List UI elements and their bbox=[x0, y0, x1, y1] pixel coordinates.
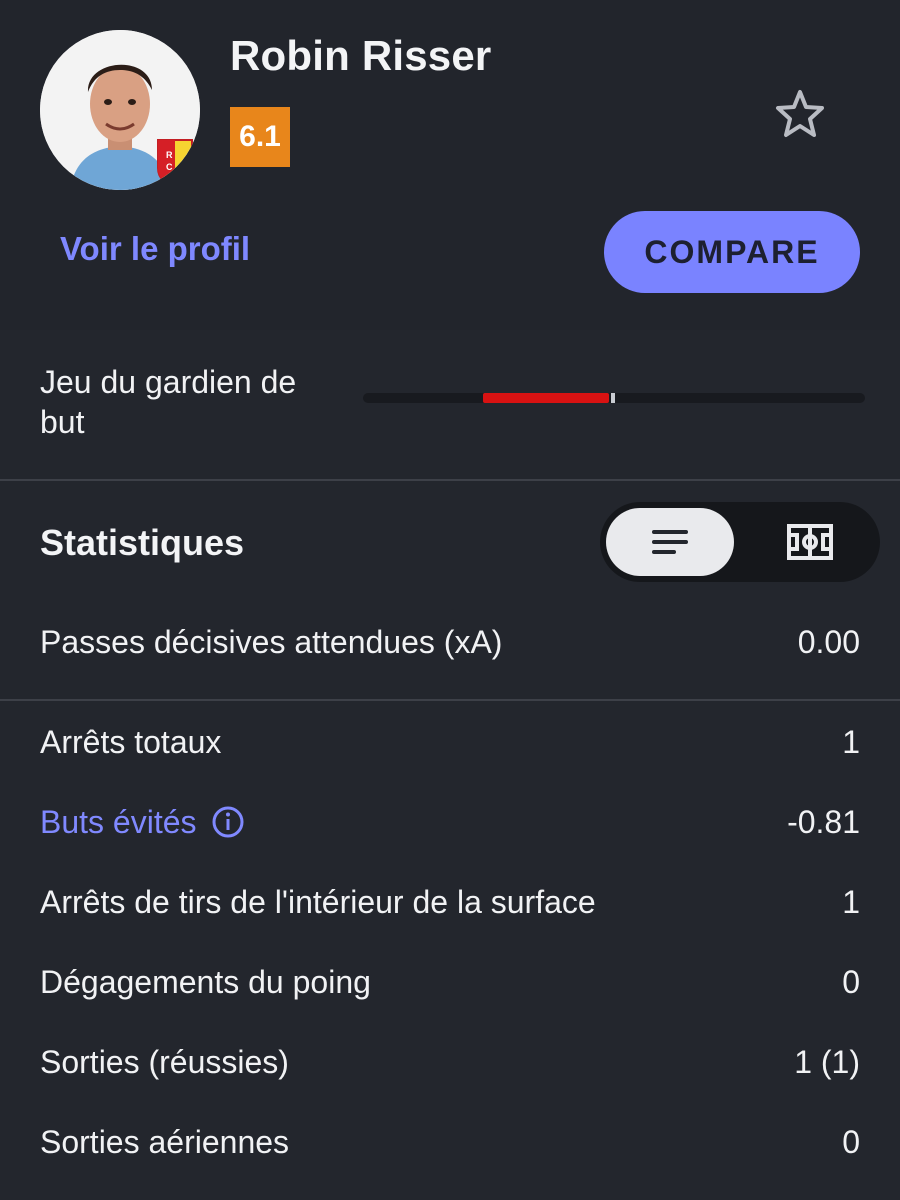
stat-label[interactable]: Buts évités bbox=[40, 804, 197, 841]
stat-value: 0.00 bbox=[797, 623, 860, 660]
info-icon[interactable] bbox=[211, 805, 245, 839]
list-view-icon[interactable] bbox=[606, 508, 734, 576]
player-rating-badge: 6.1 bbox=[230, 107, 290, 167]
stat-row-sweeper-actions: Sorties (réussies) 1 (1) bbox=[40, 1037, 860, 1087]
stat-value: 0 bbox=[842, 1123, 860, 1160]
stat-row-total-saves: Arrêts totaux 1 bbox=[40, 717, 860, 767]
stat-label: Arrêts de tirs de l'intérieur de la surf… bbox=[40, 883, 596, 920]
favorite-star-icon[interactable] bbox=[772, 86, 828, 142]
goalkeeping-bar bbox=[363, 393, 865, 403]
compare-button[interactable]: COMPARE bbox=[604, 211, 860, 293]
stat-label: Sorties aériennes bbox=[40, 1123, 290, 1160]
stat-value: 1 (1) bbox=[794, 1043, 860, 1080]
stat-row-expected-assists: Passes décisives attendues (xA) 0.00 bbox=[40, 617, 860, 667]
stat-label: Arrêts totaux bbox=[40, 723, 222, 760]
stat-label: Sorties (réussies) bbox=[40, 1043, 289, 1080]
statistics-view-toggle bbox=[600, 502, 880, 582]
view-profile-link[interactable]: Voir le profil bbox=[60, 230, 250, 268]
section-divider bbox=[0, 479, 900, 481]
player-header: R C L Robin Risser 6.1 Voir le profil CO… bbox=[0, 0, 900, 330]
svg-text:R: R bbox=[166, 150, 173, 160]
stat-value: 0 bbox=[842, 963, 860, 1000]
goalkeeping-bar-fill bbox=[483, 393, 609, 403]
statistics-title: Statistiques bbox=[40, 522, 245, 563]
goalkeeping-bar-midpoint bbox=[610, 393, 615, 403]
stat-row-high-claims: Sorties aériennes 0 bbox=[40, 1117, 860, 1167]
player-name: Robin Risser bbox=[230, 32, 492, 79]
stat-value: -0.81 bbox=[787, 803, 860, 840]
svg-text:L: L bbox=[178, 170, 184, 180]
stat-row-saves-inside-box: Arrêts de tirs de l'intérieur de la surf… bbox=[40, 877, 860, 927]
stat-value: 1 bbox=[842, 883, 860, 920]
section-divider bbox=[0, 699, 900, 701]
svg-text:C: C bbox=[166, 162, 173, 172]
player-avatar: R C L bbox=[40, 30, 200, 190]
stat-label: Dégagements du poing bbox=[40, 963, 371, 1000]
goalkeeping-label: Jeu du gardien de but bbox=[40, 364, 297, 440]
stat-label-with-info[interactable]: Buts évités bbox=[40, 804, 245, 841]
pitch-view-icon[interactable] bbox=[746, 508, 874, 576]
stat-row-goals-prevented[interactable]: Buts évités -0.81 bbox=[40, 797, 860, 847]
stat-value: 1 bbox=[842, 723, 860, 760]
stat-label: Passes décisives attendues (xA) bbox=[40, 623, 503, 660]
stat-row-punches: Dégagements du poing 0 bbox=[40, 957, 860, 1007]
rc-lens-badge-icon: R C L bbox=[157, 139, 193, 188]
